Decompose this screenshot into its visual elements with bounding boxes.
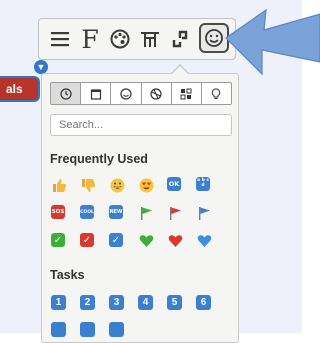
ball-icon[interactable] — [142, 83, 172, 104]
font-button[interactable]: F — [77, 25, 103, 54]
blue-flag-icon[interactable] — [196, 205, 212, 221]
number-3-icon[interactable]: 3 — [109, 295, 124, 310]
number-5-icon[interactable]: 5 — [167, 295, 182, 310]
number-1-icon[interactable]: 1 — [51, 295, 66, 310]
number-badge[interactable] — [51, 322, 66, 337]
calendar-icon[interactable] — [81, 83, 112, 104]
red-check-icon[interactable]: ✓ — [80, 233, 94, 247]
emoji-search-input[interactable] — [50, 114, 232, 136]
ok-badge[interactable]: OK — [167, 177, 181, 191]
number-6-icon[interactable]: 6 — [196, 295, 211, 310]
emoji-picker-popup: Frequently Used OK a b c d SOS COOL NEW — [41, 73, 239, 343]
frequently-used-grid: OK a b c d SOS COOL NEW ✓ ✓ ✓ — [51, 177, 212, 249]
blue-check-icon[interactable]: ✓ — [109, 233, 123, 247]
number-badge[interactable] — [109, 322, 124, 337]
thumbs-up-icon[interactable] — [51, 177, 67, 193]
cool-badge[interactable]: COOL — [80, 205, 94, 219]
tasks-grid: 1 2 3 4 5 6 — [51, 295, 212, 337]
number-4-icon[interactable]: 4 — [138, 295, 153, 310]
smiley-icon[interactable] — [111, 83, 142, 104]
heart-eyes-icon[interactable] — [138, 177, 154, 193]
sos-badge[interactable]: SOS — [51, 205, 65, 219]
number-badge[interactable] — [80, 322, 95, 337]
link-icon[interactable] — [167, 25, 193, 53]
editor-toolbar: F — [38, 18, 236, 60]
label-tag[interactable]: als — [0, 76, 40, 102]
red-flag-icon[interactable] — [167, 205, 183, 221]
popup-notch-inner — [171, 66, 189, 75]
section-title-frequently-used: Frequently Used — [50, 152, 148, 166]
abcd-badge[interactable]: a b c d — [196, 177, 210, 191]
emoji-category-bar — [50, 82, 232, 105]
palette-icon[interactable] — [107, 25, 133, 53]
tag-pin-icon: ▼ — [34, 60, 48, 74]
thumbs-down-icon[interactable] — [80, 177, 96, 193]
bulb-icon[interactable] — [202, 83, 231, 104]
green-flag-icon[interactable] — [138, 205, 154, 221]
number-2-icon[interactable]: 2 — [80, 295, 95, 310]
clock-icon[interactable] — [51, 83, 82, 104]
green-check-icon[interactable]: ✓ — [51, 233, 65, 247]
green-heart-icon[interactable] — [138, 233, 154, 249]
new-badge[interactable]: NEW — [109, 205, 123, 219]
menu-icon[interactable] — [47, 25, 73, 53]
red-heart-icon[interactable] — [167, 233, 183, 249]
blue-heart-icon[interactable] — [196, 233, 212, 249]
section-title-tasks: Tasks — [50, 268, 85, 282]
grid-icon[interactable] — [172, 83, 202, 104]
table-icon[interactable] — [137, 25, 163, 53]
grinning-face-icon[interactable] — [109, 177, 125, 193]
